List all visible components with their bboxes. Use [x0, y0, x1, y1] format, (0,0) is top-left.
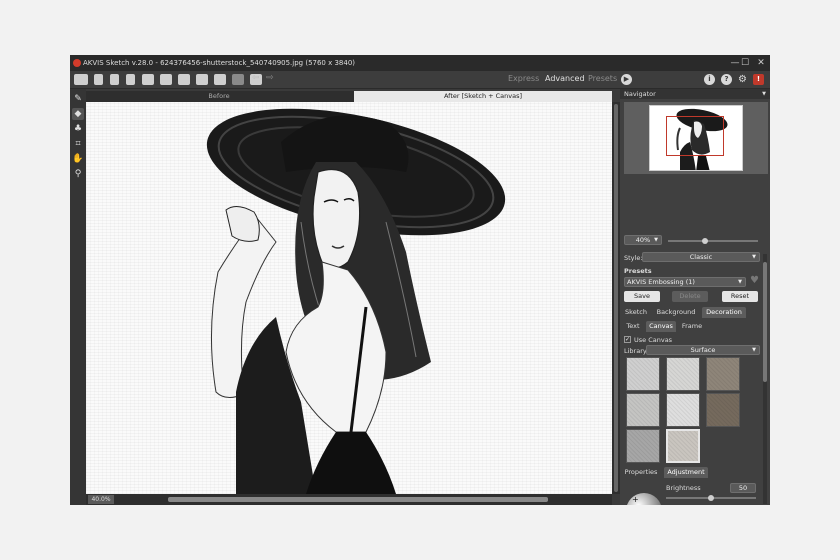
stamp-icon[interactable]: ♣ — [72, 123, 84, 135]
texture-swatch[interactable] — [706, 357, 740, 391]
print-icon[interactable] — [142, 74, 154, 85]
share-icon[interactable] — [178, 74, 190, 85]
tab-canvas[interactable]: Canvas — [646, 321, 676, 332]
info-icon[interactable]: i — [704, 74, 715, 85]
app-window: AKVIS Sketch v.28.0 - 624376456-shutters… — [70, 55, 770, 505]
texture-swatch[interactable] — [626, 393, 660, 427]
tab-before[interactable]: Before — [86, 91, 352, 102]
canvas-vertical-scrollbar[interactable] — [612, 102, 620, 494]
home-icon[interactable] — [74, 74, 88, 85]
preset-dropdown-value: AKVIS Embossing (1) — [627, 278, 695, 286]
panel-scroll-thumb[interactable] — [763, 262, 767, 382]
view-tabs: Before After [Sketch + Canvas] — [86, 91, 612, 102]
redo-icon[interactable]: ⇨ — [266, 73, 274, 83]
texture-swatch[interactable] — [666, 393, 700, 427]
light-source-marker[interactable]: + — [632, 495, 639, 504]
apply-icon[interactable] — [232, 74, 244, 85]
tab-text[interactable]: Text — [622, 321, 644, 332]
close-button[interactable]: ✕ — [752, 55, 770, 71]
title-bar: AKVIS Sketch v.28.0 - 624376456-shutters… — [70, 55, 770, 71]
texture-swatch[interactable] — [666, 429, 700, 463]
save-icon[interactable] — [110, 74, 119, 85]
zoom-level[interactable]: 40.0% — [88, 495, 114, 504]
tab-adjustment[interactable]: Adjustment — [664, 467, 708, 478]
horizontal-scrollbar[interactable] — [168, 497, 548, 502]
param-label: Brightness — [666, 484, 701, 492]
tab-properties[interactable]: Properties — [622, 467, 660, 478]
style-dropdown-value: Classic — [689, 253, 713, 261]
run-icon[interactable] — [214, 74, 226, 85]
batch-icon[interactable] — [160, 74, 172, 85]
zoom-dropdown[interactable]: 40% ▼ — [624, 235, 662, 245]
image-canvas[interactable] — [86, 102, 612, 494]
navigator-preview[interactable] — [624, 102, 768, 174]
eraser-icon[interactable]: ◆ — [72, 108, 84, 120]
mode-express[interactable]: Express — [508, 74, 539, 83]
zoom-slider[interactable] — [668, 238, 758, 244]
navigator-header: Navigator ▼ — [620, 89, 770, 99]
texture-swatch[interactable] — [706, 393, 740, 427]
use-canvas-label: Use Canvas — [634, 336, 673, 344]
navigator-title: Navigator — [624, 90, 656, 98]
reset-button[interactable]: Reset — [722, 291, 758, 302]
tool-strip: ✎ ◆ ♣ ⌗ ✋ ⚲ — [70, 89, 86, 505]
style-label: Style: — [624, 254, 643, 262]
sketch-image — [206, 108, 506, 494]
zoom-dropdown-value: 40% — [635, 236, 651, 244]
tab-background[interactable]: Background — [654, 307, 698, 318]
hand-icon[interactable]: ✋ — [72, 153, 84, 165]
gear-icon[interactable]: ⚙ — [737, 74, 748, 85]
tab-decoration[interactable]: Decoration — [702, 307, 746, 318]
face — [312, 168, 361, 269]
library-label: Library — [624, 347, 647, 355]
param-slider[interactable] — [666, 495, 756, 501]
notifications-icon[interactable]: ! — [753, 74, 764, 85]
zoom-slider-knob[interactable] — [702, 238, 708, 244]
settings-icon[interactable] — [196, 74, 208, 85]
tab-sketch[interactable]: Sketch — [622, 307, 650, 318]
export-icon[interactable] — [126, 74, 135, 85]
status-bar: 40.0% — [86, 494, 612, 505]
library-dropdown-value: Surface — [690, 346, 716, 354]
main-toolbar: ⇦ ⇨ Express Advanced Presets ▶ i ? ⚙ ! — [70, 71, 770, 89]
vertical-scroll-thumb[interactable] — [614, 104, 618, 492]
library-dropdown[interactable]: Surface ▼ — [646, 345, 760, 355]
tab-after[interactable]: After [Sketch + Canvas] — [354, 91, 612, 102]
save-button[interactable]: Save — [624, 291, 660, 302]
help-icon[interactable]: ? — [721, 74, 732, 85]
app-logo-icon — [73, 59, 81, 67]
mode-advanced[interactable]: Advanced — [545, 74, 585, 83]
settings-panel: Navigator ▼ 40% ▼ Style: Classic ▼ Prese… — [620, 89, 770, 505]
presets-label: Presets — [624, 267, 652, 275]
heart-icon[interactable]: ♥ — [750, 275, 759, 286]
param-value-box[interactable]: 50 — [730, 483, 756, 493]
play-icon[interactable]: ▶ — [621, 74, 632, 85]
tab-frame[interactable]: Frame — [678, 321, 706, 332]
delete-button[interactable]: Delete — [672, 291, 708, 302]
zoom-icon[interactable]: ⚲ — [72, 168, 84, 180]
dress-back — [306, 432, 396, 494]
texture-swatch[interactable] — [626, 357, 660, 391]
undo-icon[interactable]: ⇦ — [252, 73, 260, 83]
mode-presets[interactable]: Presets — [588, 74, 617, 83]
texture-swatch[interactable] — [666, 357, 700, 391]
hand — [225, 206, 260, 242]
style-dropdown[interactable]: Classic ▼ — [642, 252, 760, 262]
panel-scrollbar[interactable] — [763, 254, 767, 504]
crop-icon[interactable]: ⌗ — [72, 138, 84, 150]
texture-swatch[interactable] — [626, 429, 660, 463]
open-icon[interactable] — [94, 74, 103, 85]
pencil-icon[interactable]: ✎ — [72, 93, 84, 105]
collapse-icon[interactable]: ▼ — [762, 89, 766, 99]
use-canvas-checkbox[interactable]: ✓ — [624, 336, 631, 343]
preset-dropdown[interactable]: AKVIS Embossing (1) ▼ — [624, 277, 746, 287]
navigator-frame[interactable] — [666, 116, 724, 156]
light-direction-ball[interactable]: + — [626, 493, 662, 505]
param-slider-knob[interactable] — [708, 495, 714, 501]
window-title: AKVIS Sketch v.28.0 - 624376456-shutters… — [83, 59, 356, 67]
